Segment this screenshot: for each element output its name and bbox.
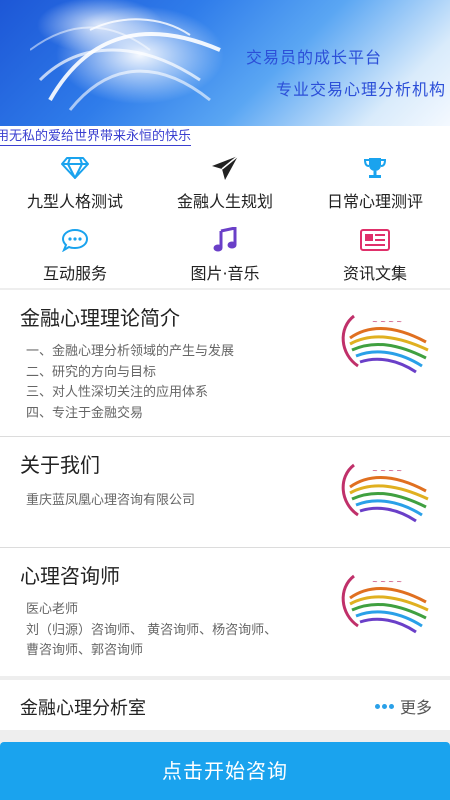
phoenix-swirl-graphic [30, 18, 221, 111]
section-title: 心理咨询师 [20, 564, 120, 588]
section-line: 刘（归源）咨询师、 黄咨询师、杨咨询师、 [26, 622, 278, 638]
phoenix-logo-thumbnail: ~ ~ ~ ~ [341, 574, 429, 634]
menu-item-finance-life-plan[interactable]: 金融人生规划 [150, 148, 300, 218]
section-line: 重庆蓝凤凰心理咨询有限公司 [26, 493, 196, 508]
svg-text:~ ~ ~ ~: ~ ~ ~ ~ [372, 318, 402, 326]
newspaper-icon [360, 226, 390, 254]
menu-label: 互动服务 [42, 264, 107, 283]
menu-label: 日常心理测评 [326, 192, 423, 211]
section-text: 重庆蓝凤凰心理咨询有限公司 [26, 491, 195, 512]
menu-item-news-articles[interactable]: 资讯文集 [300, 220, 450, 290]
menu-label: 金融人生规划 [176, 192, 273, 211]
menu-item-enneagram-test[interactable]: 九型人格测试 [0, 148, 150, 218]
section-line: 四、专注于金融交易 [26, 405, 144, 421]
menu-item-interactive-service[interactable]: 互动服务 [0, 220, 150, 290]
section-line: 曹咨询师、郭咨询师 [26, 643, 144, 658]
menu-item-daily-assessment[interactable]: 日常心理测评 [300, 148, 450, 218]
more-button[interactable]: 更多 [374, 694, 432, 718]
scrolling-notice: 用无私的爱给世界带来永恒的快乐 [0, 126, 450, 148]
banner-tagline-1: 交易员的成长平台 [246, 48, 383, 67]
more-dots-icon [374, 703, 394, 709]
section-line: 一、金融心理分析领域的产生与发展 [26, 344, 235, 359]
section-title: 金融心理理论简介 [20, 306, 180, 330]
menu-label: 九型人格测试 [26, 192, 123, 211]
section-about-us[interactable]: 关于我们 重庆蓝凤凰心理咨询有限公司 ~ ~ ~ ~ [0, 437, 450, 547]
app-page: 交易员的成长平台 专业交易心理分析机构 用无私的爱给世界带来永恒的快乐 九型人格… [0, 0, 450, 800]
svg-text:~ ~ ~ ~: ~ ~ ~ ~ [372, 578, 402, 586]
analysis-room-row: 金融心理分析室 更多 [0, 680, 450, 730]
menu-label: 图片·音乐 [190, 264, 260, 283]
diamond-icon [60, 154, 90, 182]
section-text: 一、金融心理分析领域的产生与发展 二、研究的方向与目标 三、对人性深切关注的应用… [26, 342, 234, 424]
menu-label: 资讯文集 [342, 264, 407, 283]
music-note-icon [210, 226, 240, 254]
section-text: 医心老师 刘（归源）咨询师、 黄咨询师、杨咨询师、 曹咨询师、郭咨询师 [26, 600, 277, 662]
section-line: 医心老师 [26, 602, 79, 617]
section-line: 三、对人性深切关注的应用体系 [26, 385, 209, 400]
banner-tagline-2: 专业交易心理分析机构 [276, 80, 447, 99]
analysis-room-title: 金融心理分析室 [20, 698, 146, 719]
section-line: 二、研究的方向与目标 [26, 364, 157, 380]
phoenix-logo-thumbnail: ~ ~ ~ ~ [341, 463, 429, 523]
section-title: 关于我们 [20, 453, 100, 477]
more-label: 更多 [399, 698, 432, 717]
top-banner[interactable]: 交易员的成长平台 专业交易心理分析机构 [0, 0, 450, 126]
section-counselors[interactable]: 心理咨询师 医心老师 刘（归源）咨询师、 黄咨询师、杨咨询师、 曹咨询师、郭咨询… [0, 548, 450, 676]
section-finance-psychology-intro[interactable]: 金融心理理论简介 一、金融心理分析领域的产生与发展 二、研究的方向与目标 三、对… [0, 290, 450, 436]
trophy-icon [360, 154, 390, 182]
notice-text: 用无私的爱给世界带来永恒的快乐 [0, 129, 192, 146]
svg-text:~ ~ ~ ~: ~ ~ ~ ~ [372, 467, 402, 475]
feature-grid: 九型人格测试 金融人生规划 日常心理测评 互动服务 图片·音乐 资讯文集 [0, 148, 450, 288]
chat-bubble-icon [60, 226, 90, 254]
start-consultation-button[interactable]: 点击开始咨询 [0, 742, 450, 800]
paper-plane-icon [210, 154, 240, 182]
menu-item-pictures-music[interactable]: 图片·音乐 [150, 220, 300, 290]
phoenix-logo-thumbnail: ~ ~ ~ ~ [341, 314, 429, 374]
